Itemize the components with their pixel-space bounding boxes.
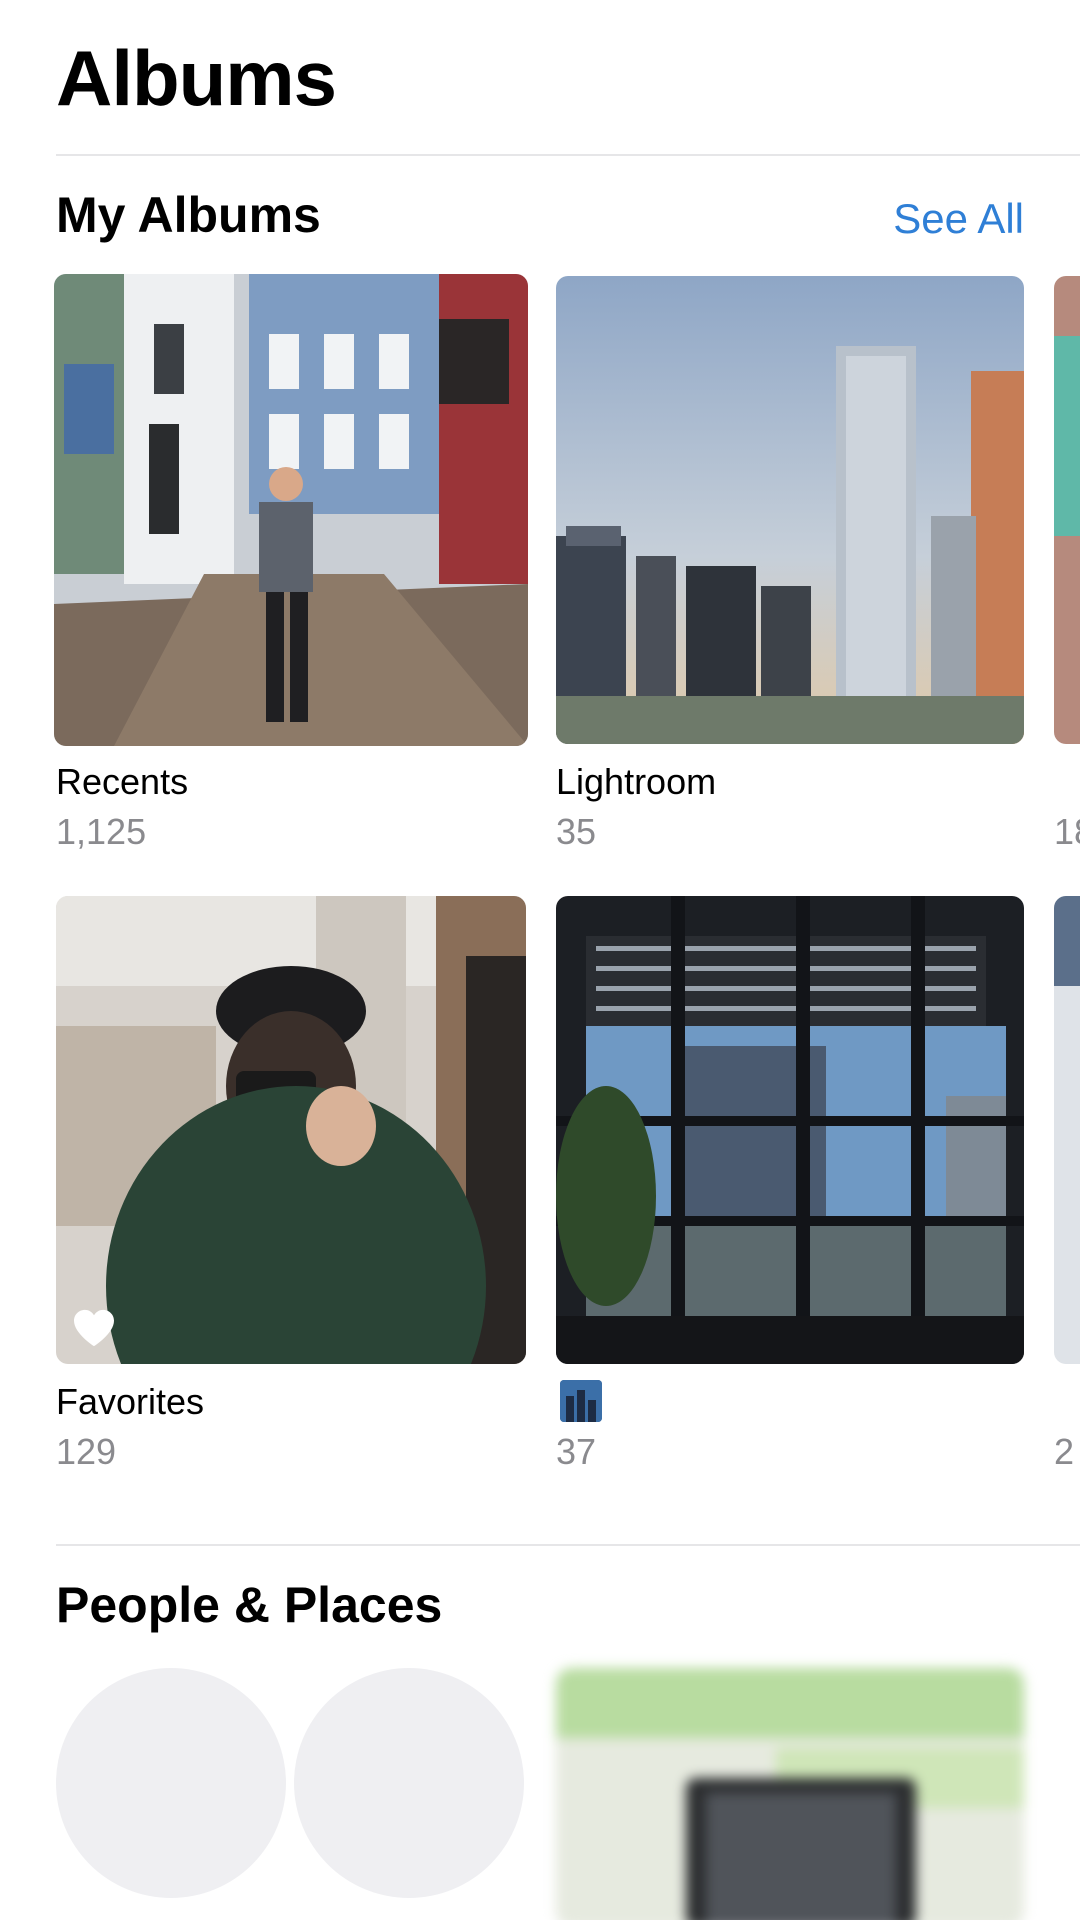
album-name: Favorites (56, 1381, 205, 1422)
album-thumbnail-window-view[interactable] (556, 896, 1024, 1364)
heart-icon (74, 1309, 114, 1347)
section-title-people-places: People & Places (56, 1577, 443, 1633)
album-name: Recents (56, 761, 189, 802)
album-count-partial: 2 (1054, 1431, 1075, 1472)
page-title: Albums (56, 34, 337, 122)
person-avatar[interactable] (56, 1668, 286, 1898)
album-thumbnail-recents[interactable] (54, 274, 528, 746)
album-count: 35 (556, 811, 597, 852)
album-count: 1,125 (56, 811, 147, 852)
album-name: Lightroom (556, 761, 717, 802)
section-title-my-albums: My Albums (56, 187, 321, 243)
album-mini-icon (560, 1380, 602, 1422)
see-all-button[interactable]: See All (893, 195, 1024, 242)
places-map-thumbnail[interactable] (556, 1668, 1024, 1920)
album-thumbnail-partial[interactable] (1054, 276, 1080, 744)
album-count: 37 (556, 1431, 597, 1472)
album-thumbnail-favorites[interactable] (56, 896, 526, 1364)
header-divider (56, 154, 1080, 156)
album-thumbnail-partial-2[interactable] (1054, 896, 1080, 1364)
album-thumbnail-lightroom[interactable] (556, 276, 1024, 744)
album-count-partial: 18 (1054, 811, 1080, 852)
section-divider (56, 1544, 1080, 1546)
album-count: 129 (56, 1431, 117, 1472)
person-avatar[interactable] (294, 1668, 524, 1898)
